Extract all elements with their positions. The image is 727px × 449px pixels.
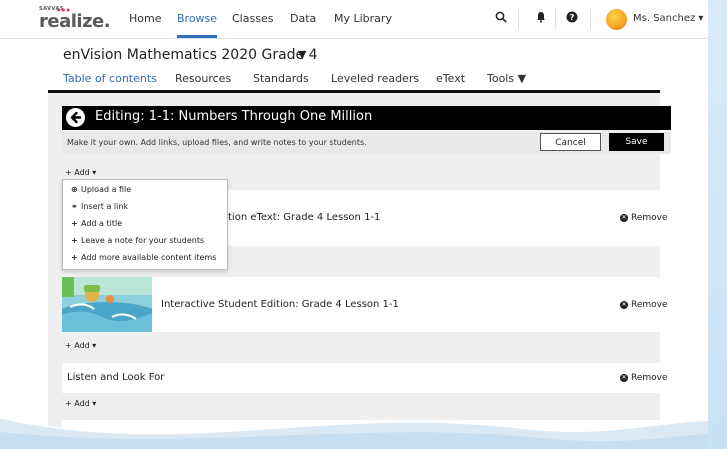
content-item-title[interactable]: tion eText: Grade 4 Lesson 1-1 xyxy=(228,212,380,223)
tab-etext[interactable]: eText xyxy=(436,72,465,85)
help-icon[interactable]: ? xyxy=(566,11,578,26)
tab-resources[interactable]: Resources xyxy=(175,72,231,85)
plus-icon: + xyxy=(71,219,78,228)
app-frame: SAVVAS ● ● ● realize. Home Browse Classe… xyxy=(0,0,708,449)
remove-label: Remove xyxy=(631,213,668,223)
nav-divider xyxy=(590,9,591,29)
nav-data[interactable]: Data xyxy=(290,12,316,25)
user-avatar[interactable] xyxy=(606,9,627,30)
remove-icon: ✕ xyxy=(620,300,628,309)
cancel-button[interactable]: Cancel xyxy=(540,133,601,151)
nav-classes[interactable]: Classes xyxy=(232,12,273,25)
lesson-thumbnail[interactable] xyxy=(62,277,152,332)
svg-text:?: ? xyxy=(570,13,575,22)
search-icon[interactable] xyxy=(495,11,507,26)
lesson-thumbnail[interactable] xyxy=(62,420,152,449)
course-dropdown-caret[interactable]: ▼ xyxy=(298,48,306,61)
menu-item-add-title[interactable]: + Add a title xyxy=(71,219,122,228)
remove-button[interactable]: ✕ Remove xyxy=(620,373,668,383)
menu-item-add-content[interactable]: + Add more available content items xyxy=(71,253,216,262)
tab-standards[interactable]: Standards xyxy=(253,72,309,85)
brand-logo[interactable]: SAVVAS ● ● ● realize. xyxy=(39,6,111,32)
editing-info-text: Make it your own. Add links, upload file… xyxy=(67,138,367,147)
tab-leveled-readers[interactable]: Leveled readers xyxy=(331,72,419,85)
tab-tools[interactable]: Tools ▼ xyxy=(487,72,526,85)
course-title[interactable]: enVision Mathematics 2020 Grade 4 xyxy=(63,47,318,63)
nav-home[interactable]: Home xyxy=(129,12,161,25)
remove-icon: ✕ xyxy=(620,373,628,382)
content-item-title[interactable]: Listen and Look For xyxy=(67,372,164,383)
add-menu-toggle[interactable]: + Add ▾ xyxy=(65,168,96,177)
nav-browse[interactable]: Browse xyxy=(177,12,218,38)
bell-icon[interactable] xyxy=(536,11,546,26)
add-dropdown-menu: ⊕ Upload a file ⚭ Insert a link + Add a tit… xyxy=(62,179,228,270)
back-arrow-icon[interactable] xyxy=(66,108,85,127)
top-nav: SAVVAS ● ● ● realize. Home Browse Classe… xyxy=(0,0,708,39)
nav-divider xyxy=(555,9,556,29)
content-item-title[interactable]: Interactive Student Edition: Grade 4 Les… xyxy=(161,299,399,310)
editing-title: Editing: 1-1: Numbers Through One Millio… xyxy=(95,109,373,124)
nav-my-library[interactable]: My Library xyxy=(334,12,392,25)
content-item-card[interactable] xyxy=(62,420,671,449)
remove-icon: ✕ xyxy=(620,213,628,222)
plus-icon: + xyxy=(71,236,78,245)
nav-divider xyxy=(518,9,519,29)
remove-button[interactable]: ✕ Remove xyxy=(620,213,668,223)
plus-icon: + xyxy=(71,253,78,262)
link-icon: ⚭ xyxy=(71,202,78,211)
menu-item-insert-link[interactable]: ⚭ Insert a link xyxy=(71,202,128,211)
menu-item-upload-file[interactable]: ⊕ Upload a file xyxy=(71,185,131,194)
user-menu[interactable]: Ms. Sanchez ▾ xyxy=(633,13,703,24)
remove-label: Remove xyxy=(631,300,668,310)
add-menu-toggle[interactable]: + Add ▾ xyxy=(65,399,96,408)
upload-icon: ⊕ xyxy=(71,185,78,194)
save-button[interactable]: Save xyxy=(609,133,664,151)
brand-name: realize. xyxy=(39,11,111,32)
remove-button[interactable]: ✕ Remove xyxy=(620,300,668,310)
menu-item-leave-note[interactable]: + Leave a note for your students xyxy=(71,236,204,245)
remove-label: Remove xyxy=(631,373,668,383)
tab-table-of-contents[interactable]: Table of contents xyxy=(63,72,157,85)
add-menu-toggle[interactable]: + Add ▾ xyxy=(65,341,96,350)
